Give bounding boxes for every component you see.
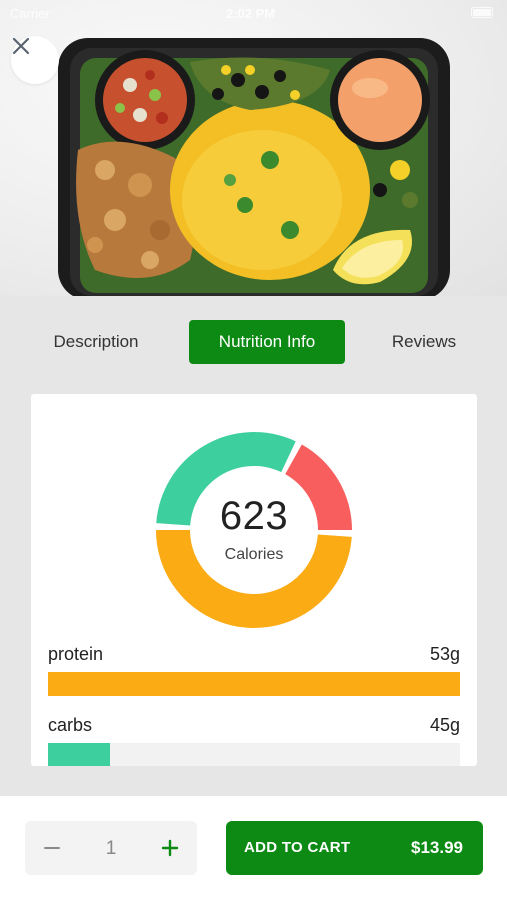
macro-name: protein [48, 644, 104, 664]
quantity-stepper: 1 [25, 821, 197, 875]
increase-quantity-button[interactable] [155, 833, 185, 863]
tab-reviews[interactable]: Reviews [378, 320, 470, 364]
macro-name: carbs [48, 715, 93, 735]
minus-icon [44, 847, 60, 849]
donut-segment-protein [156, 530, 352, 629]
clock: 2:02 PM [226, 6, 276, 21]
cart-price: $13.99 [411, 838, 463, 857]
tab-description[interactable]: Description [36, 320, 156, 364]
calorie-donut-chart: 623 Calories [31, 394, 477, 634]
protein-bar-fill [48, 672, 460, 696]
close-button[interactable] [11, 36, 59, 84]
add-to-cart-button[interactable]: ADD TO CART $13.99 [226, 821, 483, 875]
macro-amount: 53g [429, 644, 460, 664]
detail-tabs: Description Nutrition Info Reviews [0, 296, 507, 390]
carrier-label: Carrier [10, 6, 50, 21]
quantity-value: 1 [105, 838, 117, 859]
decrease-quantity-button[interactable] [37, 833, 67, 863]
add-to-cart-label: ADD TO CART [244, 839, 351, 856]
calories-value: 623 [219, 494, 289, 538]
macro-bar-track [48, 672, 460, 696]
battery-icon [471, 7, 493, 18]
plus-icon [161, 839, 179, 857]
calories-label: Calories [224, 546, 284, 563]
close-icon [12, 37, 30, 55]
macro-amount: 45g [429, 715, 460, 735]
meal-photo-illustration [58, 38, 450, 296]
tab-nutrition-info[interactable]: Nutrition Info [189, 320, 345, 364]
nutrition-card: 623 Calories protein 53g carbs 45g [31, 394, 477, 766]
macro-bar-track [48, 743, 460, 766]
carbs-bar-fill [48, 743, 110, 766]
status-bar: Carrier 2:02 PM [0, 4, 507, 24]
bottom-action-bar: 1 ADD TO CART $13.99 [0, 796, 507, 900]
meal-photo: Carrier 2:02 PM [0, 0, 507, 296]
